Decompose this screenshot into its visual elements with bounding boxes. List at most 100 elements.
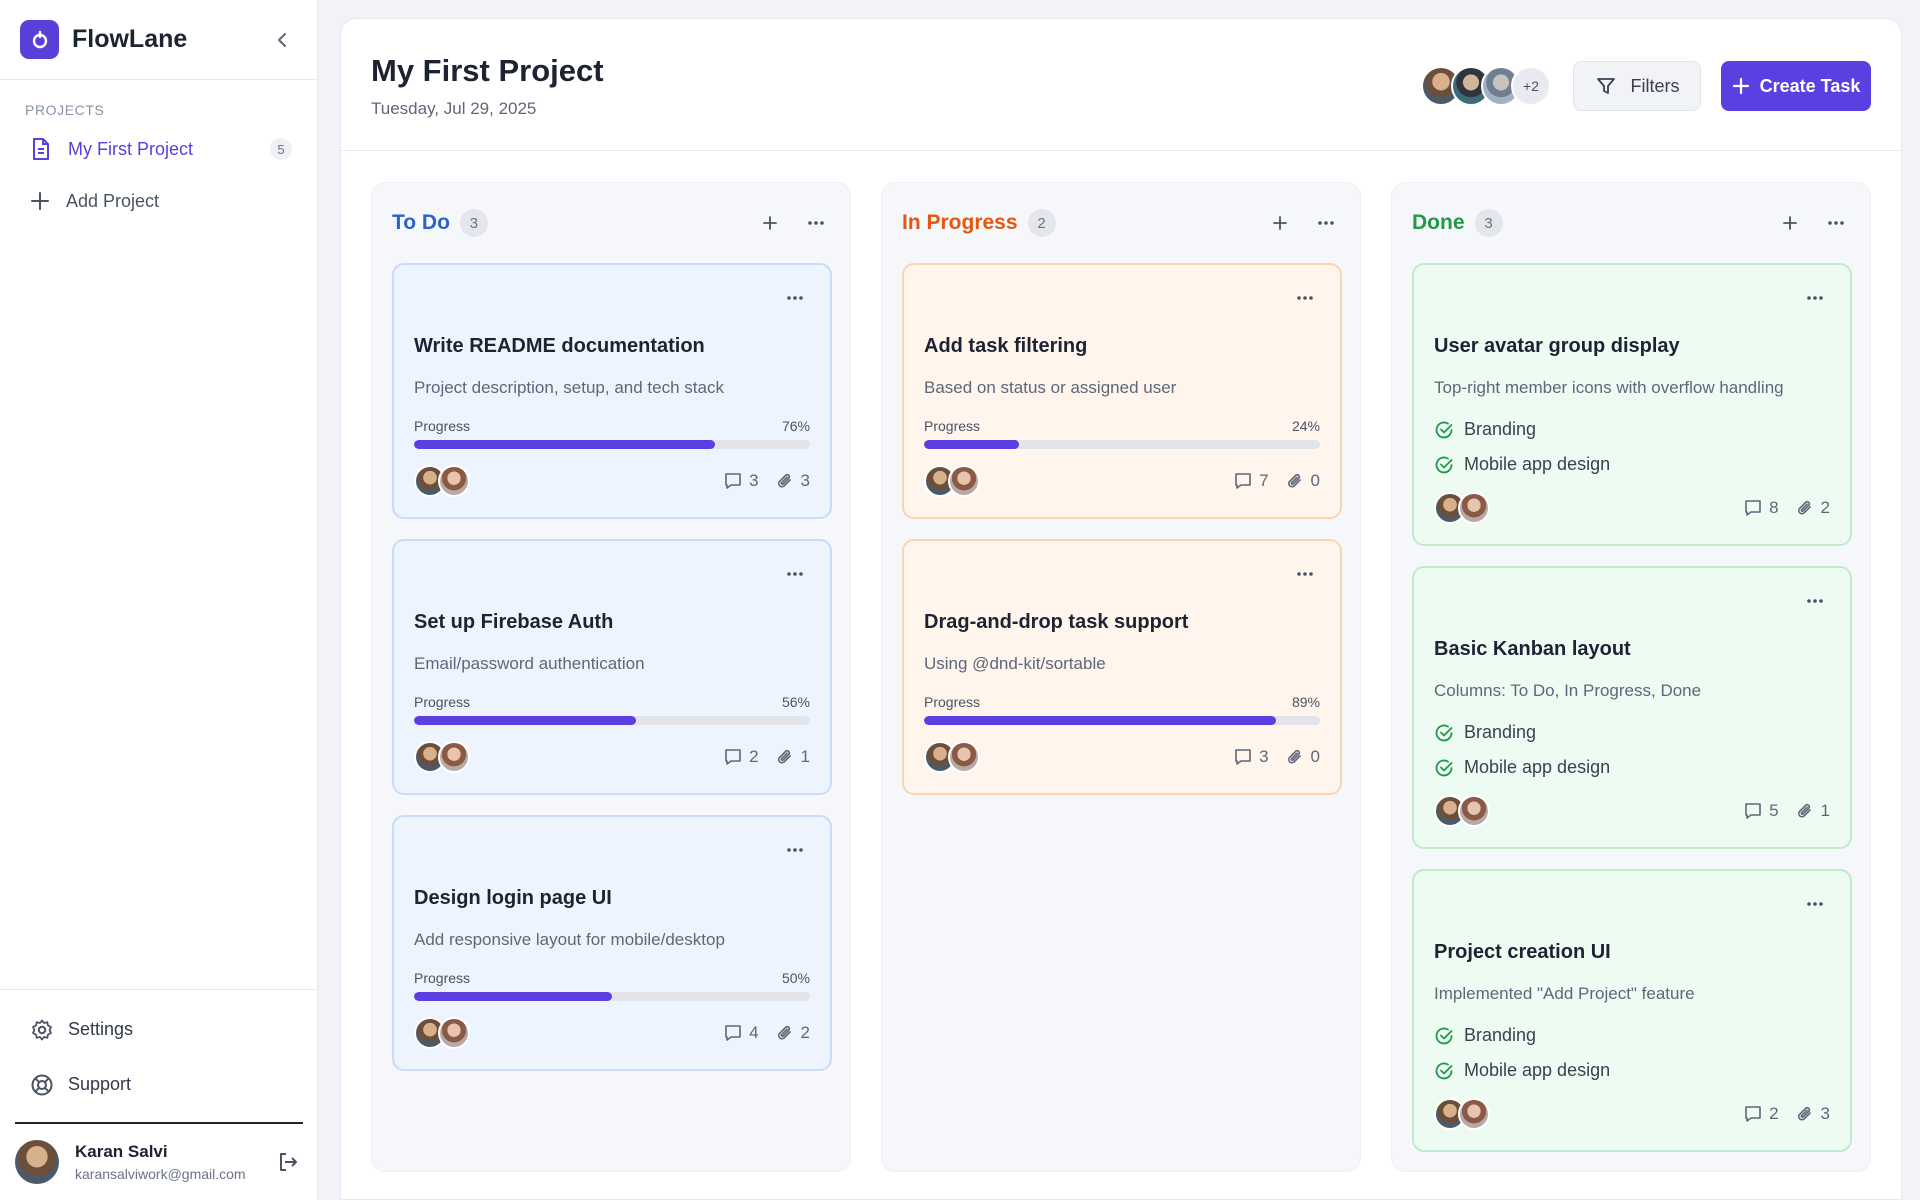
comments-count[interactable]: 8: [1743, 498, 1779, 518]
create-task-label: Create Task: [1759, 75, 1861, 96]
avatar[interactable]: [438, 465, 470, 497]
sidebar-item-my-first-project[interactable]: My First Project 5: [0, 124, 317, 174]
add-project-label: Add Project: [66, 190, 160, 211]
card-menu-button[interactable]: [782, 287, 808, 309]
comments-count[interactable]: 3: [723, 471, 759, 491]
attachments-count[interactable]: 0: [1285, 471, 1320, 491]
task-card[interactable]: User avatar group display Top-right membe…: [1412, 263, 1852, 546]
comments-count[interactable]: 2: [723, 747, 759, 767]
add-task-button[interactable]: [756, 209, 784, 237]
avatar[interactable]: [438, 741, 470, 773]
task-card[interactable]: Write README documentation Project descri…: [392, 263, 832, 519]
more-horizontal-icon: [1318, 221, 1334, 225]
assignee-avatars[interactable]: [414, 741, 470, 773]
attachments-value: 3: [1820, 1104, 1830, 1123]
column-in-progress: In Progress 2 Add task filtering Based on s…: [881, 182, 1361, 1172]
settings-button[interactable]: Settings: [0, 1002, 318, 1057]
avatar[interactable]: [1458, 795, 1490, 827]
attachments-count[interactable]: 3: [1795, 1104, 1830, 1124]
card-menu-button[interactable]: [1292, 563, 1318, 585]
task-card[interactable]: Design login page UI Add responsive layou…: [392, 815, 832, 1071]
comments-count[interactable]: 7: [1233, 471, 1269, 491]
avatar[interactable]: [948, 741, 980, 773]
avatar[interactable]: [15, 1140, 59, 1184]
members-overflow-badge[interactable]: +2: [1511, 66, 1551, 106]
logout-button[interactable]: [273, 1147, 303, 1177]
card-menu-button[interactable]: [1292, 287, 1318, 309]
task-card[interactable]: Basic Kanban layout Columns: To Do, In Pr…: [1412, 566, 1852, 849]
progress-label: Progress: [414, 418, 471, 434]
task-card[interactable]: Set up Firebase Auth Email/password authe…: [392, 539, 832, 795]
chevron-left-icon: [278, 32, 286, 47]
column-menu-button[interactable]: [1822, 209, 1850, 237]
paperclip-icon: [777, 473, 791, 488]
progress-bar: [414, 716, 810, 725]
tag-label: Branding: [1464, 722, 1537, 742]
plus-icon: [763, 216, 777, 230]
add-task-button[interactable]: [1776, 209, 1804, 237]
card-meta: 33: [723, 471, 810, 491]
progress-percent: 76%: [781, 418, 810, 434]
filters-button[interactable]: Filters: [1573, 61, 1701, 111]
attachments-count[interactable]: 0: [1285, 747, 1320, 767]
card-menu-button[interactable]: [782, 839, 808, 861]
card-menu-button[interactable]: [1802, 590, 1828, 612]
user-email: karansalviwork@gmail.com: [75, 1166, 246, 1182]
attachments-count[interactable]: 3: [775, 471, 810, 491]
member-avatar-group[interactable]: +2: [1421, 66, 1551, 106]
card-menu-button[interactable]: [1802, 893, 1828, 915]
avatar[interactable]: [1458, 492, 1490, 524]
avatar[interactable]: [1458, 1098, 1490, 1130]
comments-count[interactable]: 4: [723, 1023, 759, 1043]
comments-value: 3: [749, 471, 759, 490]
task-card[interactable]: Add task filtering Based on status or ass…: [902, 263, 1342, 519]
add-project-button[interactable]: Add Project: [0, 176, 317, 226]
assignee-avatars[interactable]: [924, 465, 980, 497]
card-menu-button[interactable]: [1802, 287, 1828, 309]
user-info: Karan Salvi karansalviwork@gmail.com: [75, 1142, 246, 1182]
avatar[interactable]: [438, 1017, 470, 1049]
comment-icon: [725, 1025, 741, 1041]
card-footer: 33: [414, 463, 810, 499]
attachments-count[interactable]: 2: [1795, 498, 1830, 518]
card-list: User avatar group display Top-right membe…: [1412, 263, 1852, 1152]
column-menu-button[interactable]: [1312, 209, 1340, 237]
task-description: Columns: To Do, In Progress, Done: [1434, 681, 1702, 700]
assignee-avatars[interactable]: [1434, 795, 1490, 827]
assignee-avatars[interactable]: [924, 741, 980, 773]
progress-label: Progress: [414, 970, 471, 986]
collapse-sidebar-button[interactable]: [267, 25, 297, 55]
avatar[interactable]: [948, 465, 980, 497]
assignee-avatars[interactable]: [414, 465, 470, 497]
add-task-button[interactable]: [1266, 209, 1294, 237]
attachments-count[interactable]: 1: [775, 747, 810, 767]
user-name: Karan Salvi: [75, 1142, 168, 1161]
comments-count[interactable]: 2: [1743, 1104, 1779, 1124]
tag-label: Mobile app design: [1464, 454, 1611, 474]
comments-value: 5: [1769, 801, 1779, 820]
settings-label: Settings: [68, 1019, 134, 1039]
comments-count[interactable]: 5: [1743, 801, 1779, 821]
task-title: Design login page UI: [414, 887, 612, 909]
tag-item: Mobile app design: [1434, 447, 1830, 482]
paperclip-icon: [777, 1025, 791, 1040]
support-button[interactable]: Support: [0, 1057, 318, 1112]
column-menu-button[interactable]: [802, 209, 830, 237]
assignee-avatars[interactable]: [1434, 1098, 1490, 1130]
main-panel: My First Project Tuesday, Jul 29, 2025 +…: [340, 18, 1902, 1200]
comment-icon: [725, 749, 741, 765]
comment-icon: [1745, 500, 1761, 516]
card-footer: 30: [924, 739, 1320, 775]
task-description: Implemented "Add Project" feature: [1434, 984, 1695, 1003]
card-menu-button[interactable]: [782, 563, 808, 585]
attachments-count[interactable]: 2: [775, 1023, 810, 1043]
paperclip-icon: [1287, 473, 1301, 488]
assignee-avatars[interactable]: [1434, 492, 1490, 524]
task-card[interactable]: Drag-and-drop task support Using @dnd-kit…: [902, 539, 1342, 795]
create-task-button[interactable]: Create Task: [1721, 61, 1871, 111]
column-done: Done 3 User avatar group display Top-right …: [1391, 182, 1871, 1172]
task-card[interactable]: Project creation UI Implemented "Add Proj…: [1412, 869, 1852, 1152]
comments-count[interactable]: 3: [1233, 747, 1269, 767]
assignee-avatars[interactable]: [414, 1017, 470, 1049]
attachments-count[interactable]: 1: [1795, 801, 1830, 821]
